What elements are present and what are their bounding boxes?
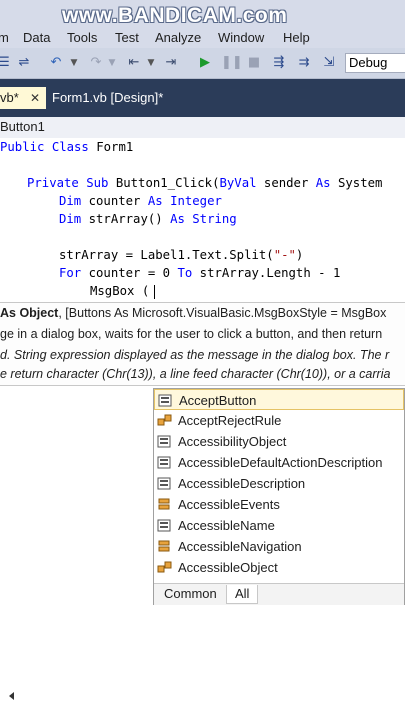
menu-item-help[interactable]: Help xyxy=(283,30,310,45)
menu-item-window[interactable]: Window xyxy=(218,30,264,45)
property-icon xyxy=(157,434,173,449)
property-icon xyxy=(157,518,173,533)
intellisense-completion-list[interactable]: AcceptButton AcceptRejectRule Accessibil… xyxy=(153,388,405,605)
nav-dropdown-icon[interactable]: ▼ xyxy=(143,55,159,71)
tab-form1-design[interactable]: Form1.vb [Design]* xyxy=(52,87,192,109)
redo-dropdown-icon[interactable]: ▼ xyxy=(104,55,120,71)
close-icon[interactable]: ✕ xyxy=(30,87,44,109)
code-navigation-bar: Button1 xyxy=(0,117,405,139)
align-icon[interactable]: ☰ xyxy=(0,55,12,71)
menu-bar: m Data Tools Test Analyze Window Help xyxy=(0,28,405,48)
step-out-icon[interactable]: ⇲ xyxy=(321,55,337,71)
completion-item-accessibleevents[interactable]: AccessibleEvents xyxy=(154,494,404,515)
tooltip-param-description: d. String expression displayed as the me… xyxy=(0,348,390,362)
text-caret xyxy=(154,285,155,299)
undo-icon[interactable]: ↶ xyxy=(48,55,64,71)
stop-icon[interactable]: ■ xyxy=(246,55,262,71)
completion-item-accessibilityobject[interactable]: AccessibilityObject xyxy=(154,431,404,452)
menu-item-tools[interactable]: Tools xyxy=(67,30,97,45)
completion-item-acceptbutton[interactable]: AcceptButton xyxy=(154,389,404,410)
completion-item-accessibledescription[interactable]: AccessibleDescription xyxy=(154,473,404,494)
tab-common[interactable]: Common xyxy=(156,585,225,603)
tab-label: vb* xyxy=(0,90,19,105)
uncomment-icon[interactable]: ⇌ xyxy=(16,55,32,71)
property-icon xyxy=(157,455,173,470)
enum-icon xyxy=(157,497,173,512)
start-debugging-icon[interactable]: ▶ xyxy=(197,55,213,71)
code-line-1: Public Class Form1 xyxy=(0,140,134,154)
completion-item-accessibleobject[interactable]: AccessibleObject xyxy=(154,557,404,578)
menu-item-analyze[interactable]: Analyze xyxy=(155,30,201,45)
property-icon xyxy=(157,476,173,491)
watermark-text: www.BANDICAM.com xyxy=(62,4,288,27)
undo-dropdown-icon[interactable]: ▼ xyxy=(66,55,82,71)
code-line-4: Dim strArray() As String xyxy=(59,212,237,226)
code-line-7: MsgBox ( xyxy=(90,284,150,298)
navigate-forward-icon[interactable]: ⇥ xyxy=(163,55,179,71)
navigate-backward-icon[interactable]: ⇤ xyxy=(126,55,142,71)
step-over-icon[interactable]: ⇉ xyxy=(296,55,312,71)
scroll-left-icon[interactable] xyxy=(0,688,20,702)
parameter-info-tooltip: As Object, [Buttons As Microsoft.VisualB… xyxy=(0,302,405,386)
menu-item-view[interactable]: m xyxy=(0,30,9,45)
completion-item-acceptrejectrule[interactable]: AcceptRejectRule xyxy=(154,410,404,431)
document-tab-strip: vb* ✕ Form1.vb [Design]* xyxy=(0,79,405,117)
menu-item-test[interactable]: Test xyxy=(115,30,139,45)
tab-all[interactable]: All xyxy=(226,585,259,604)
code-line-3: Dim counter As Integer xyxy=(59,194,222,208)
tab-form1-vb[interactable]: vb* ✕ xyxy=(0,87,46,109)
recording-watermark-bar: www.BANDICAM.com xyxy=(0,0,405,30)
code-line-5: strArray = Label1.Text.Split("-") xyxy=(59,248,304,262)
completion-item-accessiblenavigation[interactable]: AccessibleNavigation xyxy=(154,536,404,557)
class-icon xyxy=(157,413,173,428)
code-line-6: For counter = 0 To strArray.Length - 1 xyxy=(59,266,341,280)
property-icon xyxy=(158,393,174,408)
code-line-2: Private Sub Button1_Click(ByVal sender A… xyxy=(27,176,383,190)
tooltip-param-description-2: e return character (Chr(13)), a line fee… xyxy=(0,367,391,381)
enum-icon xyxy=(157,539,173,554)
step-into-icon[interactable]: ⇶ xyxy=(271,55,287,71)
redo-icon[interactable]: ↷ xyxy=(88,55,104,71)
pause-icon[interactable]: ❚❚ xyxy=(221,55,243,71)
tooltip-signature: As Object, [Buttons As Microsoft.VisualB… xyxy=(0,306,387,320)
completion-filter-tabs: Common All xyxy=(154,583,404,605)
class-icon xyxy=(157,560,173,575)
completion-item-accessibledefaultactiondescription[interactable]: AccessibleDefaultActionDescription xyxy=(154,452,404,473)
tooltip-description: ge in a dialog box, waits for the user t… xyxy=(0,327,383,341)
solution-configuration-select[interactable]: Debug xyxy=(345,53,405,73)
completion-item-accessiblename[interactable]: AccessibleName xyxy=(154,515,404,536)
class-name-dropdown[interactable]: Button1 xyxy=(0,119,45,134)
menu-item-data[interactable]: Data xyxy=(23,30,50,45)
